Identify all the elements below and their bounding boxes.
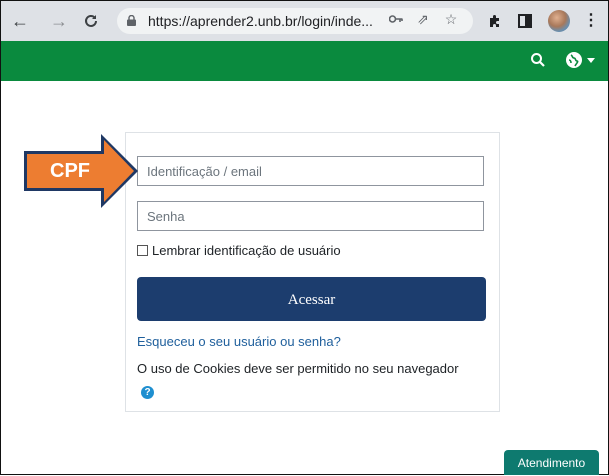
reload-icon[interactable] [80, 10, 102, 32]
key-icon[interactable] [387, 11, 405, 27]
star-icon[interactable]: ☆ [442, 11, 460, 28]
share-icon[interactable]: ⇗ [414, 11, 432, 28]
cpf-callout-label: CPF [50, 160, 90, 182]
remember-username[interactable]: Lembrar identificação de usuário [137, 242, 341, 258]
support-button[interactable]: Atendimento [504, 450, 599, 475]
login-card: Lembrar identificação de usuário Acessar… [125, 132, 500, 412]
lock-icon [127, 15, 136, 26]
forward-arrow-icon[interactable]: → [48, 10, 70, 32]
kebab-menu-icon[interactable]: ⋮ [581, 11, 601, 31]
chevron-down-icon[interactable] [587, 58, 595, 63]
remember-label: Lembrar identificação de usuário [152, 242, 341, 258]
help-icon[interactable]: ? [141, 386, 154, 399]
password-input[interactable] [137, 201, 484, 231]
back-arrow-icon[interactable]: ← [9, 10, 31, 32]
globe-icon[interactable] [566, 52, 582, 68]
browser-toolbar: ← → https://aprender2.unb.br/login/inde.… [1, 1, 608, 41]
sidepanel-icon[interactable] [515, 11, 535, 31]
login-button[interactable]: Acessar [137, 277, 486, 321]
cookies-notice: O uso de Cookies deve ser permitido no s… [137, 361, 459, 376]
site-navbar [1, 41, 608, 81]
forgot-password-link[interactable]: Esqueceu o seu usuário ou senha? [137, 334, 341, 349]
username-input[interactable] [137, 156, 484, 186]
search-icon[interactable] [529, 51, 547, 69]
extensions-icon[interactable] [485, 11, 505, 31]
url-text: https://aprender2.unb.br/login/inde... [148, 13, 373, 29]
address-bar[interactable]: https://aprender2.unb.br/login/inde... ⇗… [117, 8, 473, 34]
remember-checkbox[interactable] [137, 244, 148, 256]
avatar[interactable] [548, 10, 570, 32]
